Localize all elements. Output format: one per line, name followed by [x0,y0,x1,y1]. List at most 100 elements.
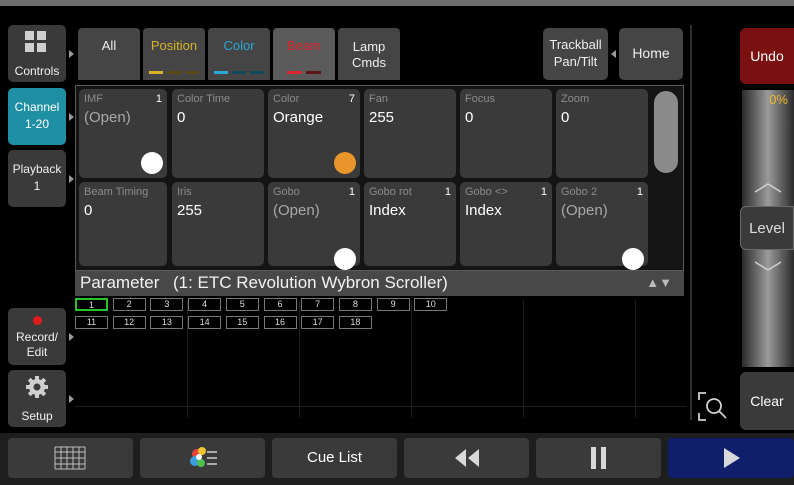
record-label: Record/ [15,330,59,344]
param-cell[interactable]: Focus 0 [460,89,552,178]
param-cell[interactable]: Gobo 1 (Open) [268,182,360,270]
level-up-icon[interactable] [754,182,782,194]
encoder-knob-icon[interactable] [622,248,644,270]
param-name: Zoom [561,93,590,105]
controls-label: Controls [14,64,60,78]
param-cell[interactable]: Zoom 0 [556,89,648,178]
home-button[interactable]: Home [619,28,683,80]
tab-lamp-label: Lamp Cmds [338,28,400,71]
channel-box[interactable]: 13 [150,316,184,329]
channel-box[interactable]: 1 [75,298,108,311]
param-cell[interactable]: Gobo <> 1 Index [460,182,552,266]
channel-box[interactable]: 7 [301,298,335,311]
channel-box[interactable]: 10 [414,298,448,311]
trackball-pan-tilt-button[interactable]: Trackball Pan/Tilt [543,28,616,80]
encoder-knob-icon[interactable] [141,152,163,174]
param-cell[interactable]: IMF 1 (Open) [79,89,167,178]
channel-box[interactable]: 8 [338,298,372,311]
param-value: 255 [177,202,203,219]
tab-all-label: All [101,38,117,53]
fixture-name: (1: ETC Revolution Wybron Scroller) [173,273,448,292]
param-cell[interactable]: Color 7 Orange [268,89,360,178]
encoder-knob-icon[interactable] [334,248,356,270]
channel-box[interactable]: 11 [75,316,108,329]
channel-box[interactable]: 3 [150,298,184,311]
rewind-icon [455,449,479,467]
record-edit-button[interactable]: Record/ Edit [8,308,74,365]
channel-box[interactable]: 9 [376,298,410,311]
beam-indicator [287,71,321,74]
channel-box[interactable]: 12 [112,316,146,329]
sort-arrows-icon[interactable]: ▲▼ [646,275,672,290]
encoder-knob-icon[interactable] [334,152,356,174]
param-value: 255 [369,109,395,126]
record-dot-icon [33,316,42,325]
color-picker-button[interactable] [140,438,265,478]
param-cell[interactable]: Iris 255 [172,182,264,266]
panel-divider [690,25,692,420]
tab-lamp-cmds[interactable]: Lamp Cmds [338,28,400,80]
level-handle[interactable]: Level [740,206,794,250]
level-down-icon[interactable] [754,260,782,272]
cue-list-label: Cue List [306,449,363,466]
playback-button[interactable]: Playback 1 [8,150,74,207]
parameter-scrollbar[interactable] [654,91,678,173]
param-cell[interactable]: Color Time 0 [172,89,264,178]
pause-button[interactable] [536,438,661,478]
channel-box[interactable]: 4 [188,298,222,311]
clear-button[interactable]: Clear [740,372,794,430]
play-button[interactable] [668,438,794,478]
tab-all[interactable]: All [78,28,140,80]
grid-view-button[interactable] [8,438,133,478]
zoom-fit-icon[interactable] [698,392,728,422]
channel-range: 1-20 [24,117,50,131]
param-count: 1 [155,93,162,105]
param-count: 1 [348,186,355,198]
channel-box[interactable]: 2 [112,298,146,311]
color-indicator [214,71,264,74]
param-cell[interactable]: Beam Timing 0 [79,182,167,266]
rewind-button[interactable] [404,438,529,478]
tab-beam[interactable]: Beam [273,28,335,80]
channel-button[interactable]: Channel 1-20 [8,88,74,145]
param-name: Color [273,93,300,105]
undo-label: Undo [750,48,784,64]
channel-box[interactable]: 6 [263,298,297,311]
tab-color[interactable]: Color [208,28,270,80]
tab-position-label: Position [150,38,198,53]
channel-box[interactable]: 17 [301,316,335,329]
param-value: 0 [177,109,186,126]
channel-grid-icon [54,446,86,470]
param-count: 1 [444,186,451,198]
controls-button[interactable]: Controls [8,25,74,82]
trackball-arrow-icon [611,50,616,58]
cue-list-button[interactable]: Cue List [272,438,397,478]
param-name: Fan [369,93,388,105]
param-name: Color Time [177,93,231,105]
tab-color-label: Color [223,38,255,53]
param-name: Gobo rot [369,186,412,198]
param-cell[interactable]: Gobo rot 1 Index [364,182,456,266]
channel-box[interactable]: 16 [263,316,297,329]
tab-position[interactable]: Position [143,28,205,80]
param-value: 0 [465,109,474,126]
channel-box[interactable]: 15 [225,316,259,329]
channel-box[interactable]: 14 [188,316,222,329]
level-percent: 0% [769,92,788,107]
parameter-bar[interactable]: Parameter (1: ETC Revolution Wybron Scro… [75,271,684,296]
color-palette-icon [190,447,217,467]
param-cell[interactable]: Gobo 2 1 (Open) [556,182,648,270]
param-count: 1 [636,186,643,198]
param-value: Index [465,202,502,219]
grid-icon [25,31,46,52]
param-cell[interactable]: Fan 255 [364,89,456,178]
undo-button[interactable]: Undo [740,28,794,84]
channel-box[interactable]: 18 [338,316,372,329]
setup-button[interactable]: Setup [8,370,74,427]
channel-box[interactable]: 5 [225,298,259,311]
param-name: IMF [84,93,103,105]
pause-icon [591,447,606,469]
param-count: 7 [348,93,355,105]
tab-lamp-line1: Lamp [352,39,386,54]
param-name: Gobo [273,186,300,198]
